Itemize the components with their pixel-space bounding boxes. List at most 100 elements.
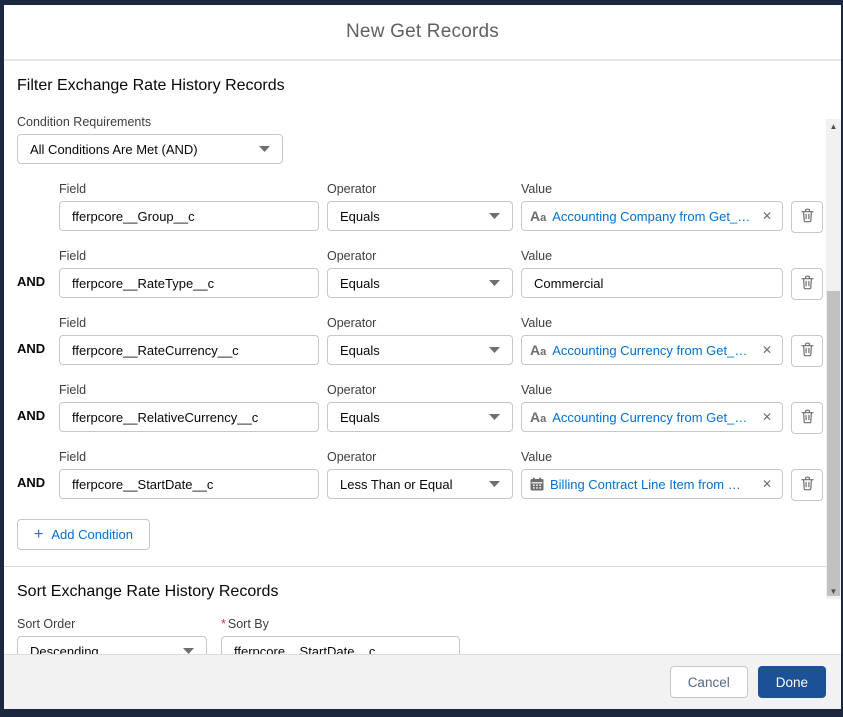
sort-section-heading: Sort Exchange Rate History Records bbox=[17, 583, 279, 600]
value-pill[interactable]: Aa Accounting Currency from Get_… ✕ bbox=[521, 402, 783, 432]
operator-column-label: Operator bbox=[327, 383, 377, 397]
modal-title: New Get Records bbox=[346, 21, 499, 42]
value-pill-label: Accounting Currency from Get_… bbox=[552, 409, 748, 425]
condition-requirements-combobox[interactable]: All Conditions Are Met (AND) bbox=[17, 134, 283, 164]
sort-by-input[interactable] bbox=[221, 636, 460, 654]
field-input[interactable] bbox=[59, 335, 319, 365]
chevron-down-icon bbox=[489, 481, 500, 487]
value-column-label: Value bbox=[521, 249, 553, 263]
field-input[interactable] bbox=[59, 469, 319, 499]
chevron-down-icon bbox=[489, 414, 500, 420]
modal-body: Filter Exchange Rate History Records Con… bbox=[4, 61, 841, 654]
delete-condition-button[interactable] bbox=[791, 402, 823, 434]
delete-condition-button[interactable] bbox=[791, 469, 823, 501]
text-type-icon: Aa bbox=[530, 342, 547, 358]
operator-column-label: Operator bbox=[327, 316, 377, 330]
operator-combobox[interactable]: Equals bbox=[327, 402, 513, 432]
trash-icon bbox=[800, 409, 814, 427]
delete-condition-button[interactable] bbox=[791, 335, 823, 367]
and-spacer bbox=[17, 182, 51, 233]
chevron-down-icon bbox=[489, 280, 500, 286]
plus-icon: + bbox=[34, 525, 44, 543]
value-pill-label: Accounting Company from Get_… bbox=[552, 208, 751, 224]
value-pill[interactable]: Billing Contract Line Item from … ✕ bbox=[521, 469, 783, 499]
field-column-label: Field bbox=[59, 383, 87, 397]
condition-row: AND Field Operator Equals Value Aa bbox=[17, 316, 823, 367]
required-asterisk: * bbox=[221, 617, 226, 631]
calendar-icon bbox=[530, 477, 544, 491]
field-column-label: Field bbox=[59, 316, 87, 330]
sort-by-label: * Sort By bbox=[221, 617, 269, 631]
and-label: AND bbox=[17, 408, 46, 423]
delete-condition-button[interactable] bbox=[791, 268, 823, 300]
operator-value: Equals bbox=[340, 409, 380, 425]
condition-requirements-label: Condition Requirements bbox=[17, 115, 152, 129]
field-column-label: Field bbox=[59, 182, 87, 196]
field-column-label: Field bbox=[59, 249, 87, 263]
scroll-down-icon[interactable]: ▼ bbox=[826, 584, 841, 599]
value-pill[interactable]: Aa Accounting Currency from Get_… ✕ bbox=[521, 335, 783, 365]
modal-footer: Cancel Done bbox=[4, 654, 841, 709]
value-column-label: Value bbox=[521, 383, 553, 397]
condition-row: AND Field Operator Equals Value Aa bbox=[17, 383, 823, 434]
new-get-records-modal: New Get Records Filter Exchange Rate His… bbox=[4, 5, 841, 709]
add-condition-button[interactable]: + Add Condition bbox=[17, 519, 151, 550]
trash-icon bbox=[800, 208, 814, 226]
and-label: AND bbox=[17, 274, 46, 289]
scrollbar-thumb[interactable] bbox=[827, 291, 840, 596]
dimmed-background: New Get Records Filter Exchange Rate His… bbox=[0, 0, 843, 717]
field-input[interactable] bbox=[59, 268, 319, 298]
chevron-down-icon bbox=[183, 648, 194, 654]
and-label: AND bbox=[17, 475, 46, 490]
vertical-scrollbar[interactable]: ▲ ▼ bbox=[826, 119, 841, 599]
field-input[interactable] bbox=[59, 402, 319, 432]
trash-icon bbox=[800, 275, 814, 293]
delete-condition-button[interactable] bbox=[791, 201, 823, 233]
scroll-up-icon[interactable]: ▲ bbox=[826, 119, 841, 134]
value-column-label: Value bbox=[521, 450, 553, 464]
operator-combobox[interactable]: Equals bbox=[327, 268, 513, 298]
section-divider bbox=[4, 566, 841, 567]
add-condition-label: Add Condition bbox=[51, 527, 134, 542]
operator-column-label: Operator bbox=[327, 249, 377, 263]
chevron-down-icon bbox=[489, 213, 500, 219]
value-pill[interactable]: Aa Accounting Company from Get_… ✕ bbox=[521, 201, 783, 231]
field-input[interactable] bbox=[59, 201, 319, 231]
operator-column-label: Operator bbox=[327, 182, 377, 196]
trash-icon bbox=[800, 342, 814, 360]
value-column-label: Value bbox=[521, 182, 553, 196]
trash-icon bbox=[800, 476, 814, 494]
operator-value: Equals bbox=[340, 342, 380, 358]
text-type-icon: Aa bbox=[530, 208, 547, 224]
filter-section-heading: Filter Exchange Rate History Records bbox=[17, 77, 285, 94]
condition-requirements-value: All Conditions Are Met (AND) bbox=[30, 141, 198, 157]
chevron-down-icon bbox=[489, 347, 500, 353]
operator-combobox[interactable]: Less Than or Equal bbox=[327, 469, 513, 499]
chevron-down-icon bbox=[259, 146, 270, 152]
condition-row: AND Field Operator Equals Value bbox=[17, 249, 823, 300]
field-column-label: Field bbox=[59, 450, 87, 464]
value-pill-label: Billing Contract Line Item from … bbox=[550, 476, 741, 492]
sort-order-value: Descending bbox=[30, 643, 99, 655]
done-button[interactable]: Done bbox=[757, 666, 826, 698]
modal-header: New Get Records bbox=[4, 5, 841, 61]
operator-value: Equals bbox=[340, 208, 380, 224]
remove-value-icon[interactable]: ✕ bbox=[760, 343, 774, 357]
remove-value-icon[interactable]: ✕ bbox=[760, 209, 774, 223]
condition-row: Field Operator Equals Value Aa Accountin… bbox=[17, 182, 823, 233]
and-label: AND bbox=[17, 341, 46, 356]
operator-combobox[interactable]: Equals bbox=[327, 201, 513, 231]
remove-value-icon[interactable]: ✕ bbox=[760, 410, 774, 424]
remove-value-icon[interactable]: ✕ bbox=[760, 477, 774, 491]
operator-column-label: Operator bbox=[327, 450, 377, 464]
sort-order-combobox[interactable]: Descending bbox=[17, 636, 207, 654]
operator-value: Less Than or Equal bbox=[340, 476, 453, 492]
text-type-icon: Aa bbox=[530, 409, 547, 425]
operator-value: Equals bbox=[340, 275, 380, 291]
cancel-button[interactable]: Cancel bbox=[669, 666, 748, 698]
value-input[interactable] bbox=[521, 268, 783, 298]
value-pill-label: Accounting Currency from Get_… bbox=[552, 342, 748, 358]
operator-combobox[interactable]: Equals bbox=[327, 335, 513, 365]
value-column-label: Value bbox=[521, 316, 553, 330]
sort-order-label: Sort Order bbox=[17, 617, 76, 631]
